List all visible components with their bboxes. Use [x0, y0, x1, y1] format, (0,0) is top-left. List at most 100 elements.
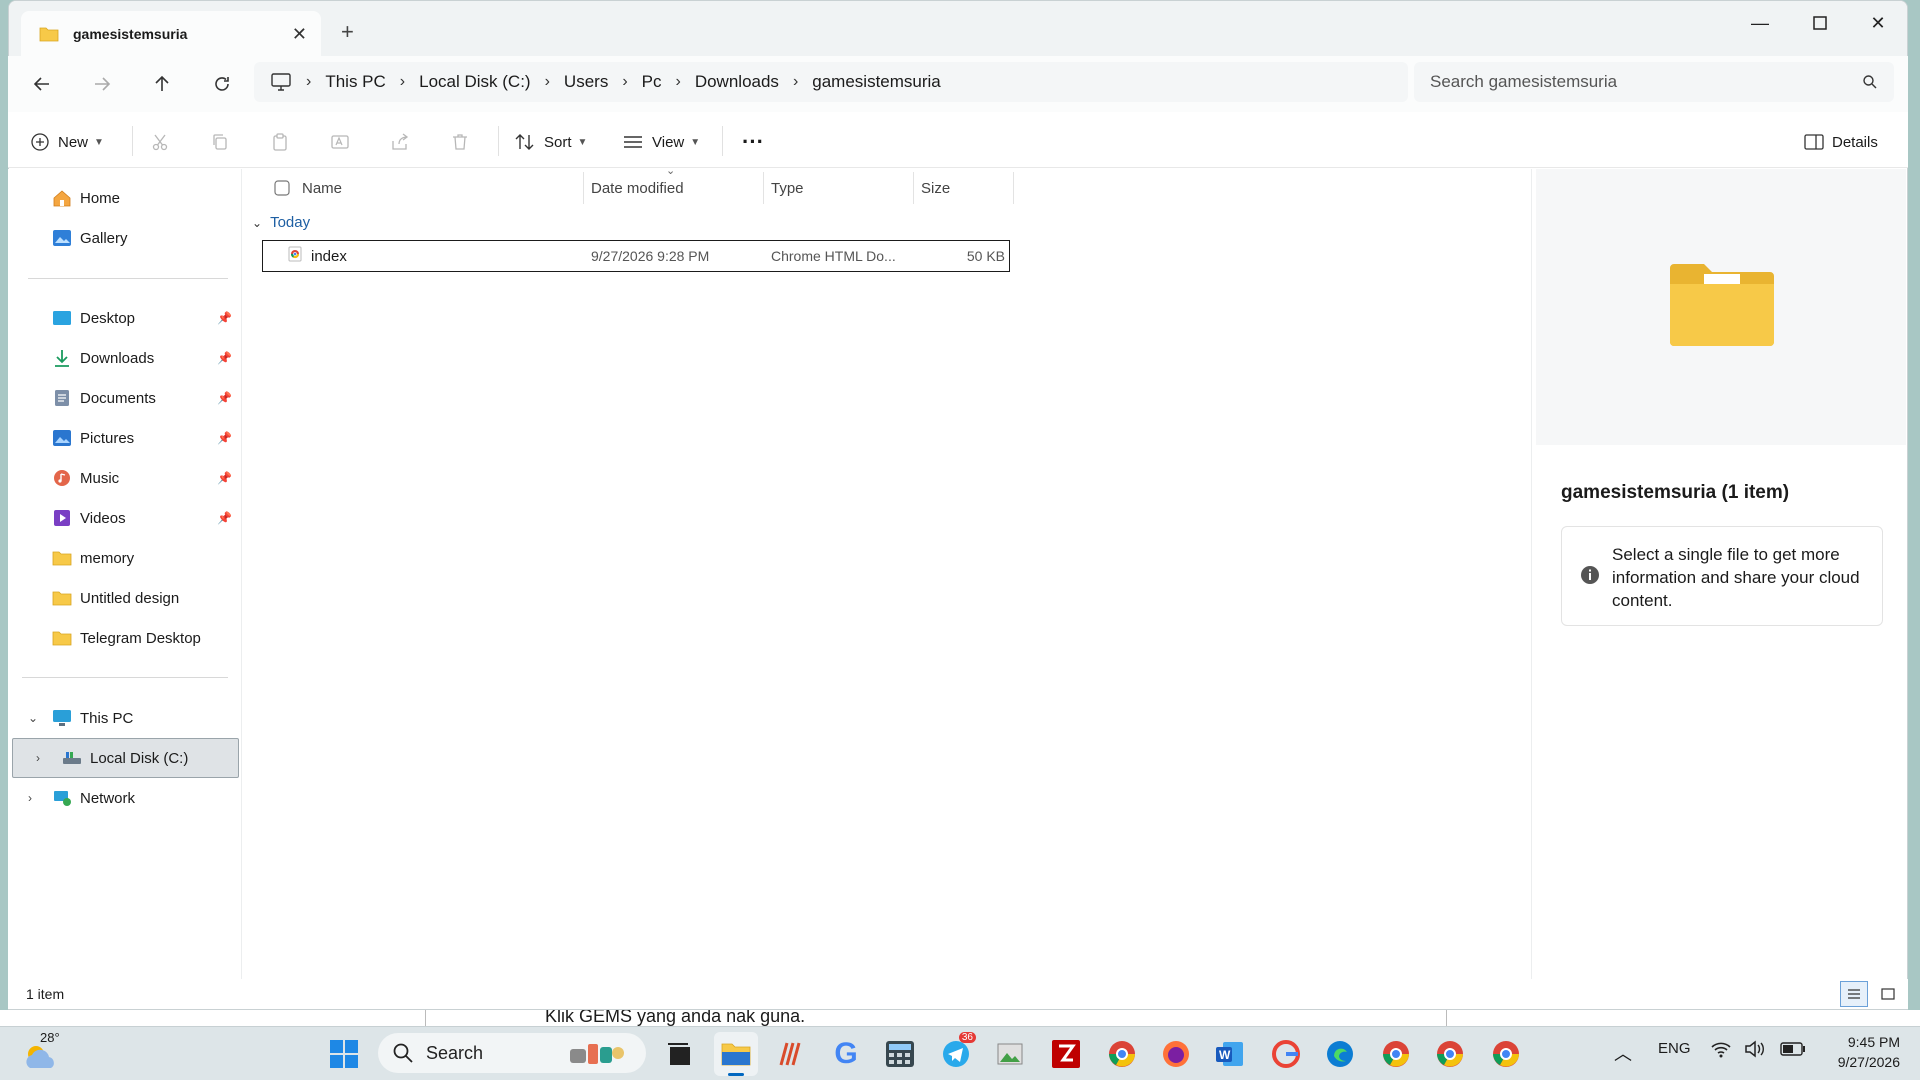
sidebar-item-documents[interactable]: Documents 📌 [14, 380, 240, 416]
input-language[interactable]: ENG [1658, 1040, 1691, 1057]
taskbar-google-2[interactable] [1264, 1032, 1308, 1076]
tiles-view-toggle[interactable] [1874, 981, 1902, 1007]
select-all-checkbox[interactable] [274, 172, 290, 204]
sidebar-item-desktop[interactable]: Desktop 📌 [14, 300, 240, 336]
details-button[interactable]: Details [1804, 124, 1878, 160]
back-button[interactable] [22, 66, 62, 102]
taskbar-chrome-profile-1[interactable] [1100, 1032, 1144, 1076]
details-info-text: Select a single file to get more informa… [1612, 545, 1860, 610]
forward-button[interactable] [82, 66, 122, 102]
sidebar-item-memory[interactable]: memory [14, 540, 240, 576]
breadcrumb-downloads[interactable]: Downloads [695, 72, 779, 92]
taskbar-chrome-profile-4[interactable] [1484, 1032, 1528, 1076]
column-separator[interactable] [583, 172, 584, 204]
group-header-today[interactable]: ⌄ Today [252, 214, 310, 231]
copy-button[interactable] [210, 124, 230, 160]
taskbar-google[interactable]: G [824, 1032, 868, 1076]
pin-icon[interactable]: 📌 [217, 391, 232, 405]
taskbar-file-explorer[interactable] [714, 1032, 758, 1076]
system-clock[interactable]: 9:45 PM 9/27/2026 [1812, 1032, 1900, 1072]
sidebar-item-network[interactable]: › Network [14, 780, 240, 816]
taskbar-app-green[interactable] [988, 1032, 1032, 1076]
refresh-button[interactable] [202, 66, 242, 102]
taskbar-edge[interactable] [1318, 1032, 1362, 1076]
taskbar-telegram[interactable]: 36 [934, 1032, 978, 1076]
chevron-right-icon: › [544, 73, 550, 90]
clock-date: 9/27/2026 [1837, 1054, 1900, 1070]
breadcrumb-this-pc[interactable]: This PC [325, 72, 385, 92]
more-options-button[interactable]: ··· [742, 124, 764, 160]
pin-icon[interactable]: 📌 [217, 471, 232, 485]
sidebar-item-local-disk[interactable]: › Local Disk (C:) [24, 740, 250, 776]
start-button[interactable] [322, 1032, 366, 1076]
breadcrumb-users[interactable]: Users [564, 72, 608, 92]
rename-button[interactable] [330, 124, 350, 160]
cut-button[interactable] [150, 124, 170, 160]
background-divider [425, 1010, 426, 1026]
firefox-icon [1163, 1041, 1189, 1067]
pin-icon[interactable]: 📌 [217, 511, 232, 525]
paste-button[interactable] [270, 124, 290, 160]
details-label: Details [1832, 133, 1878, 151]
share-button[interactable] [390, 124, 410, 160]
pin-icon[interactable]: 📌 [217, 351, 232, 365]
sidebar-item-music[interactable]: Music 📌 [14, 460, 240, 496]
sidebar-item-label: Documents [80, 389, 156, 407]
column-header-type[interactable]: Type [771, 172, 804, 204]
breadcrumb-gamesistemsuria[interactable]: gamesistemsuria [812, 72, 941, 92]
up-button[interactable] [142, 66, 182, 102]
tab-close-icon[interactable]: ✕ [292, 24, 307, 45]
file-name: index [311, 247, 347, 265]
chevron-down-icon[interactable]: ⌄ [28, 711, 38, 725]
address-bar[interactable]: › This PC › Local Disk (C:) › Users › Pc… [254, 62, 1408, 102]
column-separator[interactable] [763, 172, 764, 204]
search-box[interactable]: Search gamesistemsuria [1414, 62, 1894, 102]
language-label: ENG [1658, 1040, 1691, 1057]
taskbar-search[interactable]: Search [378, 1033, 646, 1073]
taskbar-calculator[interactable] [878, 1032, 922, 1076]
sidebar-item-telegram-desktop[interactable]: Telegram Desktop [14, 620, 240, 656]
pin-icon[interactable]: 📌 [217, 431, 232, 445]
details-view-toggle[interactable] [1840, 981, 1868, 1007]
column-header-name[interactable]: Name [302, 172, 342, 204]
chevron-right-icon[interactable]: › [36, 751, 40, 765]
search-input[interactable]: Search gamesistemsuria [1430, 72, 1862, 92]
minimize-button[interactable]: — [1732, 8, 1788, 38]
maximize-button[interactable] [1792, 8, 1848, 38]
taskbar-filezilla[interactable] [1044, 1032, 1088, 1076]
close-button[interactable]: ✕ [1850, 8, 1906, 38]
tab-gamesistemsuria[interactable]: gamesistemsuria ✕ [21, 11, 321, 57]
sidebar-item-home[interactable]: Home [14, 180, 240, 216]
task-view-button[interactable] [658, 1032, 702, 1076]
breadcrumb-pc[interactable]: Pc [642, 72, 662, 92]
chevron-right-icon[interactable]: › [28, 791, 32, 805]
wifi-icon[interactable] [1710, 1040, 1732, 1061]
column-separator[interactable] [913, 172, 914, 204]
sort-button[interactable]: Sort ▼ [514, 124, 587, 160]
volume-icon[interactable] [1744, 1040, 1766, 1061]
sidebar-item-label: This PC [80, 709, 134, 727]
new-tab-button[interactable]: + [341, 19, 354, 45]
view-button[interactable]: View ▼ [622, 124, 700, 160]
sidebar-item-gallery[interactable]: Gallery [14, 220, 240, 256]
taskbar-word[interactable]: W [1208, 1032, 1252, 1076]
sidebar-item-this-pc[interactable]: ⌄ This PC [14, 700, 240, 736]
pin-icon[interactable]: 📌 [217, 311, 232, 325]
taskbar-firefox[interactable] [1154, 1032, 1198, 1076]
sidebar-item-downloads[interactable]: Downloads 📌 [14, 340, 240, 376]
column-header-size[interactable]: Size [921, 172, 950, 204]
weather-widget[interactable]: 28° [20, 1030, 68, 1076]
sidebar-item-untitled-design[interactable]: Untitled design [14, 580, 240, 616]
taskbar-chrome-profile-2[interactable] [1374, 1032, 1418, 1076]
delete-button[interactable] [450, 124, 470, 160]
breadcrumb-local-disk[interactable]: Local Disk (C:) [419, 72, 530, 92]
show-hidden-icons-button[interactable]: ︿ [1614, 1040, 1632, 1066]
taskbar-app-office[interactable] [770, 1032, 814, 1076]
sidebar-item-pictures[interactable]: Pictures 📌 [14, 420, 240, 456]
new-button[interactable]: New ▼ [30, 124, 104, 160]
battery-icon[interactable] [1780, 1042, 1806, 1059]
table-row[interactable]: index 9/27/2026 9:28 PM Chrome HTML Do..… [262, 240, 1010, 272]
taskbar-chrome-profile-3[interactable] [1428, 1032, 1472, 1076]
column-separator[interactable] [1013, 172, 1014, 204]
sidebar-item-videos[interactable]: Videos 📌 [14, 500, 240, 536]
